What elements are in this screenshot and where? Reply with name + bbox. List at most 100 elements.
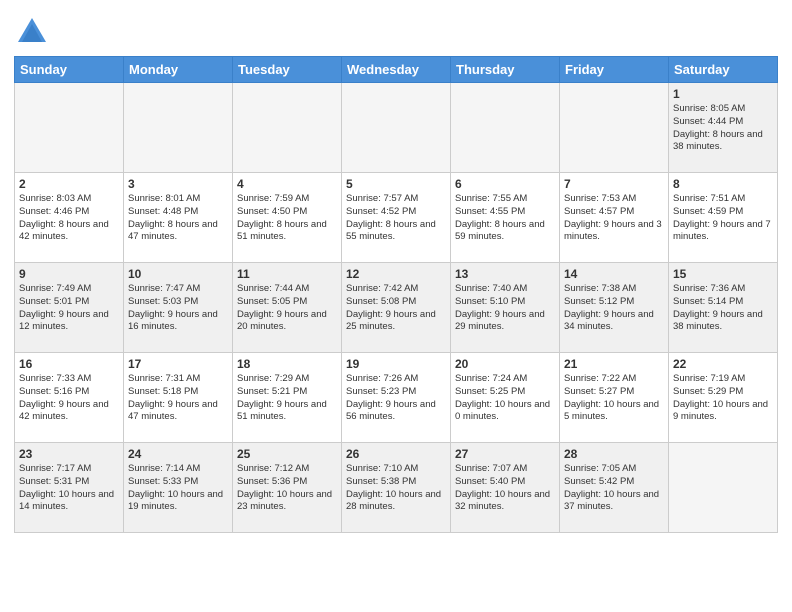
day-info: Sunrise: 7:44 AM Sunset: 5:05 PM Dayligh… bbox=[237, 283, 337, 334]
day-number: 9 bbox=[19, 267, 119, 281]
day-info: Sunrise: 7:29 AM Sunset: 5:21 PM Dayligh… bbox=[237, 373, 337, 424]
day-info: Sunrise: 7:51 AM Sunset: 4:59 PM Dayligh… bbox=[673, 193, 773, 244]
calendar-cell: 9 Sunrise: 7:49 AM Sunset: 5:01 PM Daylig… bbox=[15, 263, 124, 353]
calendar-cell: 1 Sunrise: 8:05 AM Sunset: 4:44 PM Daylig… bbox=[669, 83, 778, 173]
week-row-5: 23Sunrise: 7:17 AM Sunset: 5:31 PM Dayli… bbox=[15, 443, 778, 533]
weekday-header-tuesday: Tuesday bbox=[233, 57, 342, 83]
day-info: Sunrise: 7:31 AM Sunset: 5:18 PM Dayligh… bbox=[128, 373, 228, 424]
calendar-cell: 6 Sunrise: 7:55 AM Sunset: 4:55 PM Daylig… bbox=[451, 173, 560, 263]
weekday-header-thursday: Thursday bbox=[451, 57, 560, 83]
calendar-cell: 18Sunrise: 7:29 AM Sunset: 5:21 PM Dayli… bbox=[233, 353, 342, 443]
day-info: Sunrise: 7:05 AM Sunset: 5:42 PM Dayligh… bbox=[564, 463, 664, 514]
calendar-cell: 12 Sunrise: 7:42 AM Sunset: 5:08 PM Dayli… bbox=[342, 263, 451, 353]
weekday-header-monday: Monday bbox=[124, 57, 233, 83]
calendar-cell bbox=[124, 83, 233, 173]
day-info: Sunrise: 7:07 AM Sunset: 5:40 PM Dayligh… bbox=[455, 463, 555, 514]
day-info: Sunrise: 8:01 AM Sunset: 4:48 PM Dayligh… bbox=[128, 193, 228, 244]
day-info: Sunrise: 7:19 AM Sunset: 5:29 PM Dayligh… bbox=[673, 373, 773, 424]
day-info: Sunrise: 7:47 AM Sunset: 5:03 PM Dayligh… bbox=[128, 283, 228, 334]
day-number: 13 bbox=[455, 267, 555, 281]
calendar-cell bbox=[342, 83, 451, 173]
day-info: Sunrise: 7:22 AM Sunset: 5:27 PM Dayligh… bbox=[564, 373, 664, 424]
day-info: Sunrise: 7:53 AM Sunset: 4:57 PM Dayligh… bbox=[564, 193, 664, 244]
day-number: 21 bbox=[564, 357, 664, 371]
week-row-3: 9 Sunrise: 7:49 AM Sunset: 5:01 PM Daylig… bbox=[15, 263, 778, 353]
header bbox=[14, 10, 778, 50]
weekday-header-wednesday: Wednesday bbox=[342, 57, 451, 83]
calendar-cell: 19 Sunrise: 7:26 AM Sunset: 5:23 PM Dayli… bbox=[342, 353, 451, 443]
day-info: Sunrise: 7:26 AM Sunset: 5:23 PM Dayligh… bbox=[346, 373, 446, 424]
calendar-cell: 16Sunrise: 7:33 AM Sunset: 5:16 PM Dayli… bbox=[15, 353, 124, 443]
day-number: 27 bbox=[455, 447, 555, 461]
day-number: 2 bbox=[19, 177, 119, 191]
calendar-cell: 7 Sunrise: 7:53 AM Sunset: 4:57 PM Daylig… bbox=[560, 173, 669, 263]
calendar-cell: 13 Sunrise: 7:40 AM Sunset: 5:10 PM Dayli… bbox=[451, 263, 560, 353]
calendar-cell: 11 Sunrise: 7:44 AM Sunset: 5:05 PM Dayli… bbox=[233, 263, 342, 353]
weekday-header-saturday: Saturday bbox=[669, 57, 778, 83]
day-info: Sunrise: 7:42 AM Sunset: 5:08 PM Dayligh… bbox=[346, 283, 446, 334]
calendar-cell bbox=[15, 83, 124, 173]
day-info: Sunrise: 7:14 AM Sunset: 5:33 PM Dayligh… bbox=[128, 463, 228, 514]
day-info: Sunrise: 7:10 AM Sunset: 5:38 PM Dayligh… bbox=[346, 463, 446, 514]
day-number: 15 bbox=[673, 267, 773, 281]
calendar-cell: 2 Sunrise: 8:03 AM Sunset: 4:46 PM Daylig… bbox=[15, 173, 124, 263]
week-row-2: 2 Sunrise: 8:03 AM Sunset: 4:46 PM Daylig… bbox=[15, 173, 778, 263]
day-number: 16 bbox=[19, 357, 119, 371]
day-info: Sunrise: 7:40 AM Sunset: 5:10 PM Dayligh… bbox=[455, 283, 555, 334]
day-info: Sunrise: 7:17 AM Sunset: 5:31 PM Dayligh… bbox=[19, 463, 119, 514]
calendar-cell: 25 Sunrise: 7:12 AM Sunset: 5:36 PM Dayli… bbox=[233, 443, 342, 533]
day-info: Sunrise: 7:24 AM Sunset: 5:25 PM Dayligh… bbox=[455, 373, 555, 424]
calendar-cell bbox=[669, 443, 778, 533]
calendar-cell: 23Sunrise: 7:17 AM Sunset: 5:31 PM Dayli… bbox=[15, 443, 124, 533]
day-number: 28 bbox=[564, 447, 664, 461]
day-number: 1 bbox=[673, 87, 773, 101]
day-number: 10 bbox=[128, 267, 228, 281]
day-number: 24 bbox=[128, 447, 228, 461]
calendar-cell: 28 Sunrise: 7:05 AM Sunset: 5:42 PM Dayli… bbox=[560, 443, 669, 533]
day-number: 12 bbox=[346, 267, 446, 281]
day-info: Sunrise: 7:59 AM Sunset: 4:50 PM Dayligh… bbox=[237, 193, 337, 244]
day-number: 5 bbox=[346, 177, 446, 191]
calendar-cell: 20 Sunrise: 7:24 AM Sunset: 5:25 PM Dayli… bbox=[451, 353, 560, 443]
calendar-cell: 4 Sunrise: 7:59 AM Sunset: 4:50 PM Daylig… bbox=[233, 173, 342, 263]
calendar-cell: 3 Sunrise: 8:01 AM Sunset: 4:48 PM Daylig… bbox=[124, 173, 233, 263]
day-number: 14 bbox=[564, 267, 664, 281]
day-number: 7 bbox=[564, 177, 664, 191]
weekday-header-row: SundayMondayTuesdayWednesdayThursdayFrid… bbox=[15, 57, 778, 83]
calendar-cell: 22 Sunrise: 7:19 AM Sunset: 5:29 PM Dayli… bbox=[669, 353, 778, 443]
calendar-cell: 21 Sunrise: 7:22 AM Sunset: 5:27 PM Dayli… bbox=[560, 353, 669, 443]
logo bbox=[14, 14, 54, 50]
week-row-4: 16Sunrise: 7:33 AM Sunset: 5:16 PM Dayli… bbox=[15, 353, 778, 443]
day-number: 22 bbox=[673, 357, 773, 371]
day-number: 4 bbox=[237, 177, 337, 191]
day-info: Sunrise: 8:05 AM Sunset: 4:44 PM Dayligh… bbox=[673, 103, 773, 154]
calendar-cell: 5 Sunrise: 7:57 AM Sunset: 4:52 PM Daylig… bbox=[342, 173, 451, 263]
calendar-cell: 24 Sunrise: 7:14 AM Sunset: 5:33 PM Dayli… bbox=[124, 443, 233, 533]
day-number: 6 bbox=[455, 177, 555, 191]
calendar-cell bbox=[233, 83, 342, 173]
day-info: Sunrise: 7:49 AM Sunset: 5:01 PM Dayligh… bbox=[19, 283, 119, 334]
calendar-container: SundayMondayTuesdayWednesdayThursdayFrid… bbox=[0, 0, 792, 543]
day-number: 25 bbox=[237, 447, 337, 461]
day-number: 3 bbox=[128, 177, 228, 191]
day-info: Sunrise: 7:55 AM Sunset: 4:55 PM Dayligh… bbox=[455, 193, 555, 244]
day-info: Sunrise: 7:38 AM Sunset: 5:12 PM Dayligh… bbox=[564, 283, 664, 334]
day-number: 8 bbox=[673, 177, 773, 191]
day-number: 26 bbox=[346, 447, 446, 461]
day-number: 20 bbox=[455, 357, 555, 371]
day-info: Sunrise: 8:03 AM Sunset: 4:46 PM Dayligh… bbox=[19, 193, 119, 244]
calendar-cell: 10 Sunrise: 7:47 AM Sunset: 5:03 PM Dayli… bbox=[124, 263, 233, 353]
calendar-table: SundayMondayTuesdayWednesdayThursdayFrid… bbox=[14, 56, 778, 533]
calendar-cell: 8 Sunrise: 7:51 AM Sunset: 4:59 PM Daylig… bbox=[669, 173, 778, 263]
logo-icon bbox=[14, 14, 50, 50]
calendar-cell: 14 Sunrise: 7:38 AM Sunset: 5:12 PM Dayli… bbox=[560, 263, 669, 353]
day-info: Sunrise: 7:12 AM Sunset: 5:36 PM Dayligh… bbox=[237, 463, 337, 514]
day-number: 19 bbox=[346, 357, 446, 371]
week-row-1: 1 Sunrise: 8:05 AM Sunset: 4:44 PM Daylig… bbox=[15, 83, 778, 173]
calendar-cell: 17Sunrise: 7:31 AM Sunset: 5:18 PM Dayli… bbox=[124, 353, 233, 443]
day-number: 11 bbox=[237, 267, 337, 281]
calendar-cell: 15Sunrise: 7:36 AM Sunset: 5:14 PM Dayli… bbox=[669, 263, 778, 353]
day-info: Sunrise: 7:57 AM Sunset: 4:52 PM Dayligh… bbox=[346, 193, 446, 244]
weekday-header-friday: Friday bbox=[560, 57, 669, 83]
calendar-cell: 26 Sunrise: 7:10 AM Sunset: 5:38 PM Dayli… bbox=[342, 443, 451, 533]
